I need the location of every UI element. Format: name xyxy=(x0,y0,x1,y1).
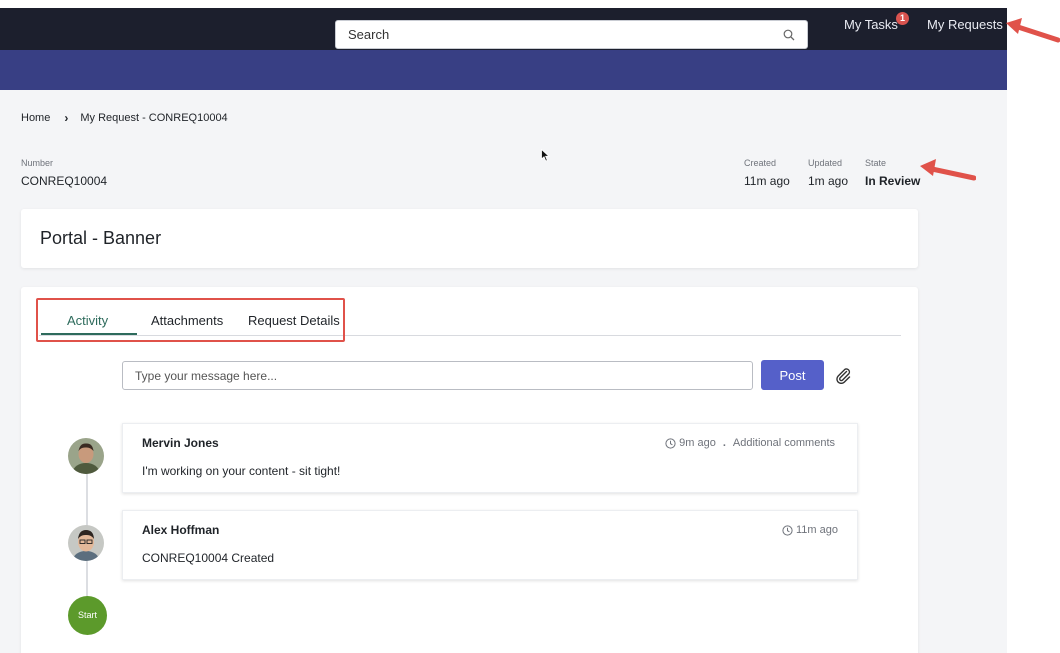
timeline-start-node: Start xyxy=(68,596,107,635)
number-label: Number xyxy=(21,158,54,168)
entry-time: 11m ago xyxy=(796,524,838,536)
tasks-count-badge: 1 xyxy=(896,12,909,25)
entry-meta: 9m ago . Additional comments xyxy=(665,437,835,449)
activity-entry: Alex Hoffman 11m ago CONREQ10004 Created xyxy=(122,510,858,580)
mouse-cursor-icon xyxy=(541,149,550,162)
search-box[interactable] xyxy=(335,20,808,49)
updated-value: 1m ago xyxy=(808,174,849,188)
avatar xyxy=(68,525,104,561)
annotation-arrow-icon xyxy=(920,159,976,181)
separator-dot: . xyxy=(722,437,726,449)
search-input[interactable] xyxy=(336,21,776,48)
state-label: State xyxy=(865,158,887,168)
annotation-highlight-box xyxy=(36,298,345,342)
clock-icon xyxy=(782,524,793,536)
entry-text: CONREQ10004 Created xyxy=(142,551,275,565)
updated-label: Updated xyxy=(808,158,843,168)
search-icon[interactable] xyxy=(783,29,795,41)
right-gutter xyxy=(1007,0,1060,653)
page: My Tasks 1 My Requests Home › My Request… xyxy=(0,0,1060,653)
page-title: Portal - Banner xyxy=(40,228,162,248)
activity-entry: Mervin Jones 9m ago . Additional comment… xyxy=(122,423,858,493)
header-banner xyxy=(0,50,1007,90)
title-card: Portal - Banner xyxy=(21,209,918,268)
entry-text: I'm working on your content - sit tight! xyxy=(142,464,341,478)
chevron-right-icon: › xyxy=(64,111,69,125)
paperclip-icon[interactable] xyxy=(834,366,852,384)
top-navigation-bar: My Tasks 1 My Requests xyxy=(0,8,1007,50)
breadcrumb-home-link[interactable]: Home xyxy=(21,112,50,124)
state-value: In Review xyxy=(865,174,921,188)
entry-time: 9m ago xyxy=(679,437,716,449)
entry-type: Additional comments xyxy=(732,437,835,449)
created-value: 11m ago xyxy=(744,174,790,188)
my-requests-link[interactable]: My Requests xyxy=(927,17,1003,32)
clock-icon xyxy=(665,437,676,449)
created-label: Created xyxy=(744,158,777,168)
post-button[interactable]: Post xyxy=(761,360,824,390)
annotation-arrow-icon xyxy=(1006,18,1060,43)
top-strip xyxy=(0,0,1007,8)
avatar xyxy=(68,438,104,474)
breadcrumb: Home › My Request - CONREQ10004 xyxy=(21,111,228,125)
entry-meta: 11m ago xyxy=(782,524,838,536)
breadcrumb-current: My Request - CONREQ10004 xyxy=(80,112,228,124)
entry-author: Mervin Jones xyxy=(142,436,219,450)
entry-author: Alex Hoffman xyxy=(142,523,220,537)
number-value: CONREQ10004 xyxy=(21,174,108,188)
message-input[interactable] xyxy=(122,361,753,390)
my-tasks-link[interactable]: My Tasks xyxy=(844,17,898,32)
